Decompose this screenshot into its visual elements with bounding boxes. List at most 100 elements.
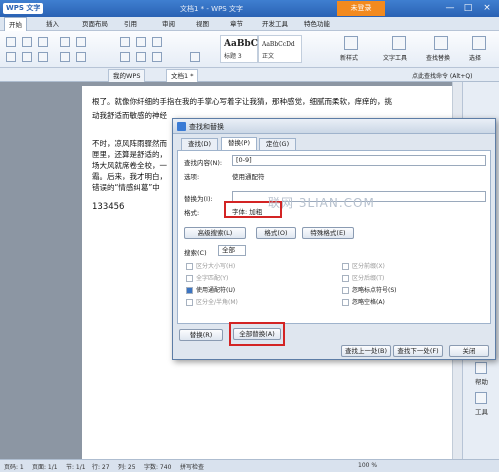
option-label: 使用通配符(U) [196, 287, 236, 294]
doc-line: 133456 [92, 202, 125, 212]
style-heading3[interactable]: AaBbC 标题 3 [220, 35, 258, 63]
new-style-icon[interactable] [344, 36, 358, 50]
bold-icon[interactable] [6, 52, 16, 62]
bullets-icon[interactable] [120, 37, 130, 47]
line-spacing-icon[interactable] [190, 52, 200, 62]
checkbox[interactable] [186, 275, 193, 282]
login-button[interactable]: 未登录 [337, 1, 385, 16]
checkbox-checked[interactable] [186, 287, 193, 294]
menu-special[interactable]: 特色功能 [300, 17, 334, 31]
tab-replace[interactable]: 替换(P) [221, 137, 257, 150]
option-label: 区分大小写(H) [196, 263, 236, 270]
find-replace-label[interactable]: 查找替换 [426, 53, 450, 62]
option-match-prefix[interactable]: 区分前缀(X) [342, 261, 385, 270]
align-right-icon[interactable] [152, 52, 162, 62]
checkbox[interactable] [342, 263, 349, 270]
find-replace-dialog: 查找和替换 查找(D) 替换(P) 定位(G) 查找内容(N): [0-9] 选… [172, 118, 496, 360]
text-tools-icon[interactable] [392, 36, 406, 50]
search-scope-select[interactable]: 全部 [218, 245, 246, 256]
option-wildcards[interactable]: 使用通配符(U) [186, 285, 235, 294]
status-spell[interactable]: 拼写检查 [180, 462, 204, 471]
dialog-body: 查找内容(N): [0-9] 选项: 使用通配符 替换为(I): 格式: 字体:… [177, 150, 491, 324]
status-section: 节: 1/1 [66, 464, 86, 471]
font-name-icon[interactable] [60, 37, 70, 47]
doc-line: 根了。就像你纤细的手指在我的手掌心写着字让我猜，那种感觉，细腻而柔软，痒痒的，挑 [92, 97, 392, 106]
menu-review[interactable]: 审阅 [158, 17, 179, 31]
status-pages: 页面: 1/1 [32, 464, 58, 471]
text-tools-label[interactable]: 文字工具 [383, 53, 407, 62]
checkbox[interactable] [342, 275, 349, 282]
doc-line: 场大风就席卷全校，一 [92, 161, 167, 170]
style-normal[interactable]: AaBbCcDd 正文 [258, 35, 302, 63]
find-next-button[interactable]: 查找下一处(F) [393, 345, 443, 357]
special-format-button[interactable]: 特殊格式(E) [302, 227, 354, 239]
cut-icon[interactable] [22, 37, 32, 47]
menu-home[interactable]: 开始 [4, 17, 27, 31]
tab-document1[interactable]: 文档1 * [166, 69, 199, 82]
format-button[interactable]: 格式(O) [256, 227, 296, 239]
options-value: 使用通配符 [232, 173, 265, 181]
replace-all-button[interactable]: 全部替换(A) [233, 328, 281, 340]
dialog-app-icon [177, 122, 186, 131]
help-icon[interactable] [475, 362, 487, 374]
menu-chapter[interactable]: 章节 [226, 17, 247, 31]
style-label: 标题 3 [224, 53, 242, 60]
find-input[interactable]: [0-9] [232, 155, 486, 166]
format-label: 格式: [184, 209, 200, 217]
tools-label[interactable]: 工具 [463, 406, 499, 416]
close-window-button[interactable]: × [480, 2, 494, 15]
paste-icon[interactable] [6, 37, 16, 47]
option-match-case[interactable]: 区分大小写(H) [186, 261, 235, 270]
select-icon[interactable] [472, 36, 486, 50]
option-width[interactable]: 区分全/半角(M) [186, 297, 238, 306]
status-words[interactable]: 字数: 740 [144, 462, 171, 471]
find-prev-button[interactable]: 查找上一处(B) [341, 345, 391, 357]
zoom-level[interactable]: 100 % [358, 462, 377, 469]
highlight-icon[interactable] [76, 52, 86, 62]
indent-icon[interactable] [152, 37, 162, 47]
font-size-icon[interactable] [76, 37, 86, 47]
new-style-label[interactable]: 新样式 [340, 53, 358, 62]
menu-view[interactable]: 视图 [192, 17, 213, 31]
option-label: 区分后缀(T) [352, 275, 385, 282]
app-menu-button[interactable]: WPS 文字 [3, 3, 44, 14]
option-ignore-space[interactable]: 忽略空格(A) [342, 297, 385, 306]
numbering-icon[interactable] [136, 37, 146, 47]
find-replace-icon[interactable] [434, 36, 448, 50]
watermark: 联网 3LIAN.COM [268, 196, 375, 210]
doc-line: 动我舒适而敏感的神经 [92, 111, 167, 120]
italic-icon[interactable] [22, 52, 32, 62]
document-tabs: 我的WPS 文档1 * 点此查找命令 (Alt+Q) [0, 68, 499, 82]
dialog-title-bar[interactable]: 查找和替换 [173, 119, 495, 134]
replace-button[interactable]: 替换(R) [179, 329, 223, 341]
option-whole-word[interactable]: 全字匹配(Y) [186, 273, 228, 282]
underline-icon[interactable] [38, 52, 48, 62]
checkbox[interactable] [186, 263, 193, 270]
tab-my-wps[interactable]: 我的WPS [108, 69, 146, 82]
tools-icon[interactable] [475, 392, 487, 404]
format-painter-icon[interactable] [38, 37, 48, 47]
option-match-suffix[interactable]: 区分后缀(T) [342, 273, 384, 282]
font-color-icon[interactable] [60, 52, 70, 62]
doc-line: 不时，凉风阵雨骤然而 [92, 139, 167, 148]
close-dialog-button[interactable]: 关闭 [449, 345, 489, 357]
checkbox[interactable] [342, 287, 349, 294]
command-search[interactable]: 点此查找命令 (Alt+Q) [412, 71, 472, 80]
menu-references[interactable]: 引用 [120, 17, 141, 31]
tab-goto[interactable]: 定位(G) [259, 138, 297, 150]
option-ignore-punct[interactable]: 忽略标点符号(S) [342, 285, 397, 294]
maximize-button[interactable]: □ [461, 2, 475, 15]
menu-insert[interactable]: 插入 [42, 17, 63, 31]
minimize-button[interactable]: — [443, 2, 457, 15]
tab-find[interactable]: 查找(D) [181, 138, 219, 150]
help-label[interactable]: 帮助 [463, 376, 499, 386]
align-center-icon[interactable] [136, 52, 146, 62]
menu-developer[interactable]: 开发工具 [258, 17, 292, 31]
menu-page-layout[interactable]: 页面布局 [78, 17, 112, 31]
align-left-icon[interactable] [120, 52, 130, 62]
checkbox[interactable] [342, 299, 349, 306]
checkbox[interactable] [186, 299, 193, 306]
doc-line: 匣里，还算是舒适的， [92, 150, 167, 159]
advanced-search-button[interactable]: 高级搜索(L) [184, 227, 246, 239]
select-label[interactable]: 选择 [469, 53, 481, 62]
